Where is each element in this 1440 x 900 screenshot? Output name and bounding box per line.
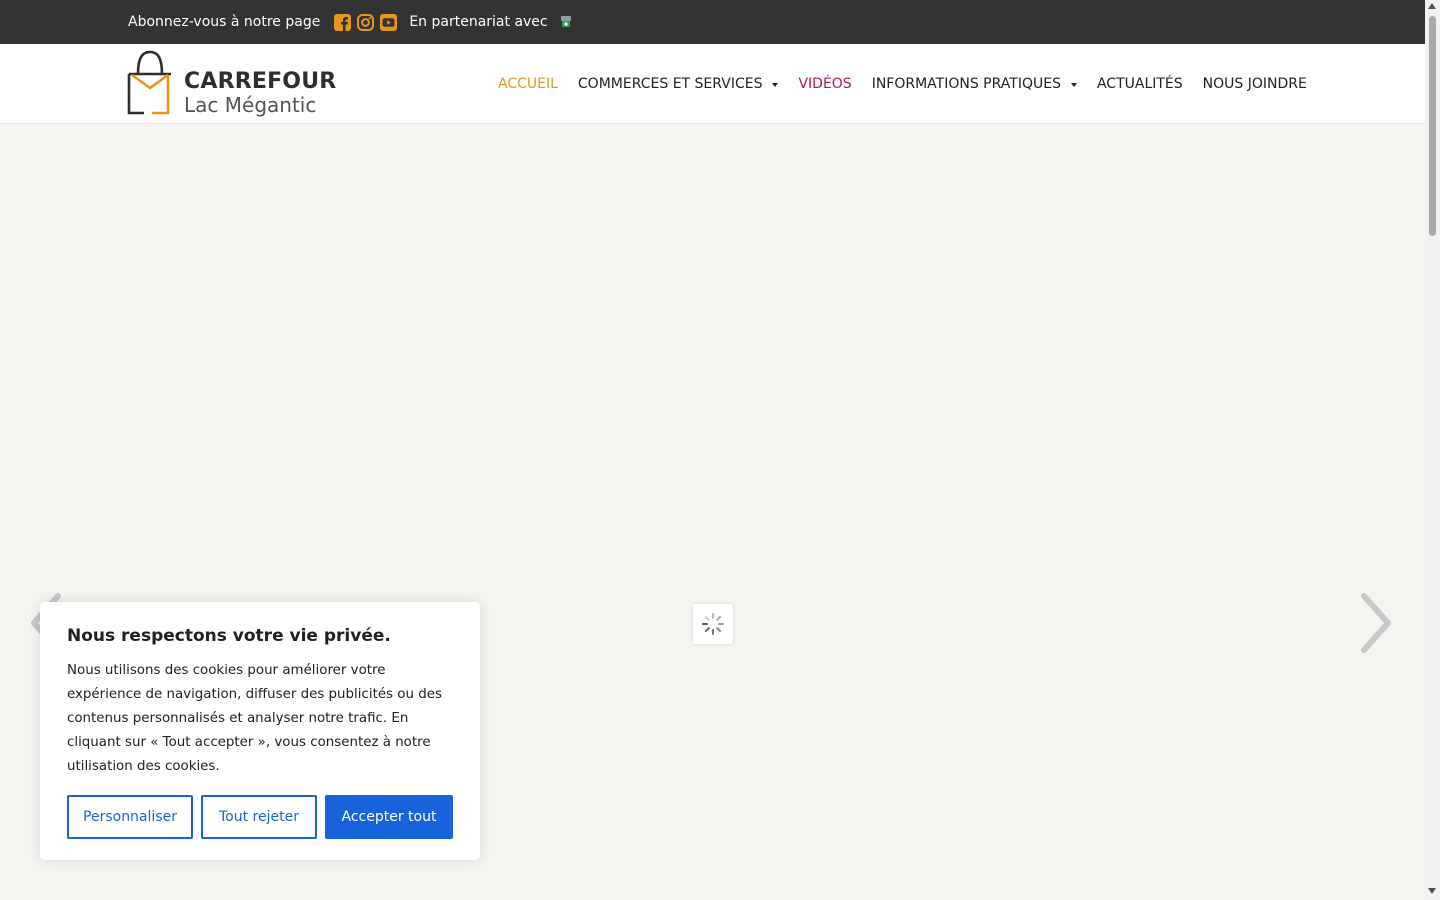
nav-item-informations[interactable]: INFORMATIONS PRATIQUES xyxy=(862,76,1087,92)
subscribe-text: Abonnez-vous à notre page xyxy=(128,14,321,30)
cookie-body: Nous utilisons des cookies pour améliore… xyxy=(67,663,442,774)
slider-next-arrow-icon[interactable] xyxy=(1356,590,1396,656)
page-scrollbar[interactable] xyxy=(1425,0,1440,900)
site-logo[interactable]: CARREFOUR Lac Mégantic xyxy=(127,50,337,117)
caret-down-icon xyxy=(772,83,779,87)
partner-logo-icon[interactable] xyxy=(559,15,573,29)
cookie-consent-dialog: Nous respectons votre vie privée. Nous u… xyxy=(40,602,480,860)
nav-label: ACTUALITÉS xyxy=(1096,76,1183,92)
site-header: CARREFOUR Lac Mégantic ACCUEIL COMMERCES… xyxy=(0,44,1425,124)
main-nav: ACCUEIL COMMERCES ET SERVICES VIDÉOS INF… xyxy=(488,44,1317,124)
nav-item-actualites[interactable]: ACTUALITÉS xyxy=(1087,76,1193,92)
scroll-up-arrow-icon[interactable] xyxy=(1428,3,1436,9)
nav-label: INFORMATIONS PRATIQUES xyxy=(871,76,1061,92)
nav-label: COMMERCES ET SERVICES xyxy=(577,76,763,92)
logo-title: CARREFOUR xyxy=(184,69,337,94)
instagram-icon[interactable] xyxy=(356,13,375,32)
shopping-bag-logo-icon xyxy=(127,50,171,115)
reject-all-button[interactable]: Tout rejeter xyxy=(201,795,317,839)
nav-label: ACCUEIL xyxy=(498,76,558,92)
accept-all-button[interactable]: Accepter tout xyxy=(325,795,453,839)
top-bar: Abonnez-vous à notre page En partenariat… xyxy=(0,0,1425,44)
scroll-thumb[interactable] xyxy=(1429,16,1436,236)
nav-item-accueil[interactable]: ACCUEIL xyxy=(488,76,568,92)
social-links xyxy=(333,13,398,32)
nav-item-commerces[interactable]: COMMERCES ET SERVICES xyxy=(568,76,789,92)
facebook-icon[interactable] xyxy=(333,13,352,32)
top-bar-inner: Abonnez-vous à notre page En partenariat… xyxy=(128,0,573,44)
partner-text: En partenariat avec xyxy=(409,14,548,30)
youtube-icon[interactable] xyxy=(379,13,398,32)
cookie-buttons: Personnaliser Tout rejeter Accepter tout xyxy=(67,795,453,839)
cookie-title: Nous respectons votre vie privée. xyxy=(67,626,391,646)
nav-label: NOUS JOINDRE xyxy=(1202,76,1307,92)
logo-subtitle: Lac Mégantic xyxy=(184,93,317,117)
nav-item-nous-joindre[interactable]: NOUS JOINDRE xyxy=(1193,76,1317,92)
scroll-down-arrow-icon[interactable] xyxy=(1428,888,1436,894)
nav-label: VIDÉOS xyxy=(798,76,852,92)
loading-spinner-icon xyxy=(693,604,733,644)
nav-item-videos[interactable]: VIDÉOS xyxy=(788,76,861,92)
caret-down-icon xyxy=(1070,83,1077,87)
customize-button[interactable]: Personnaliser xyxy=(67,795,193,839)
